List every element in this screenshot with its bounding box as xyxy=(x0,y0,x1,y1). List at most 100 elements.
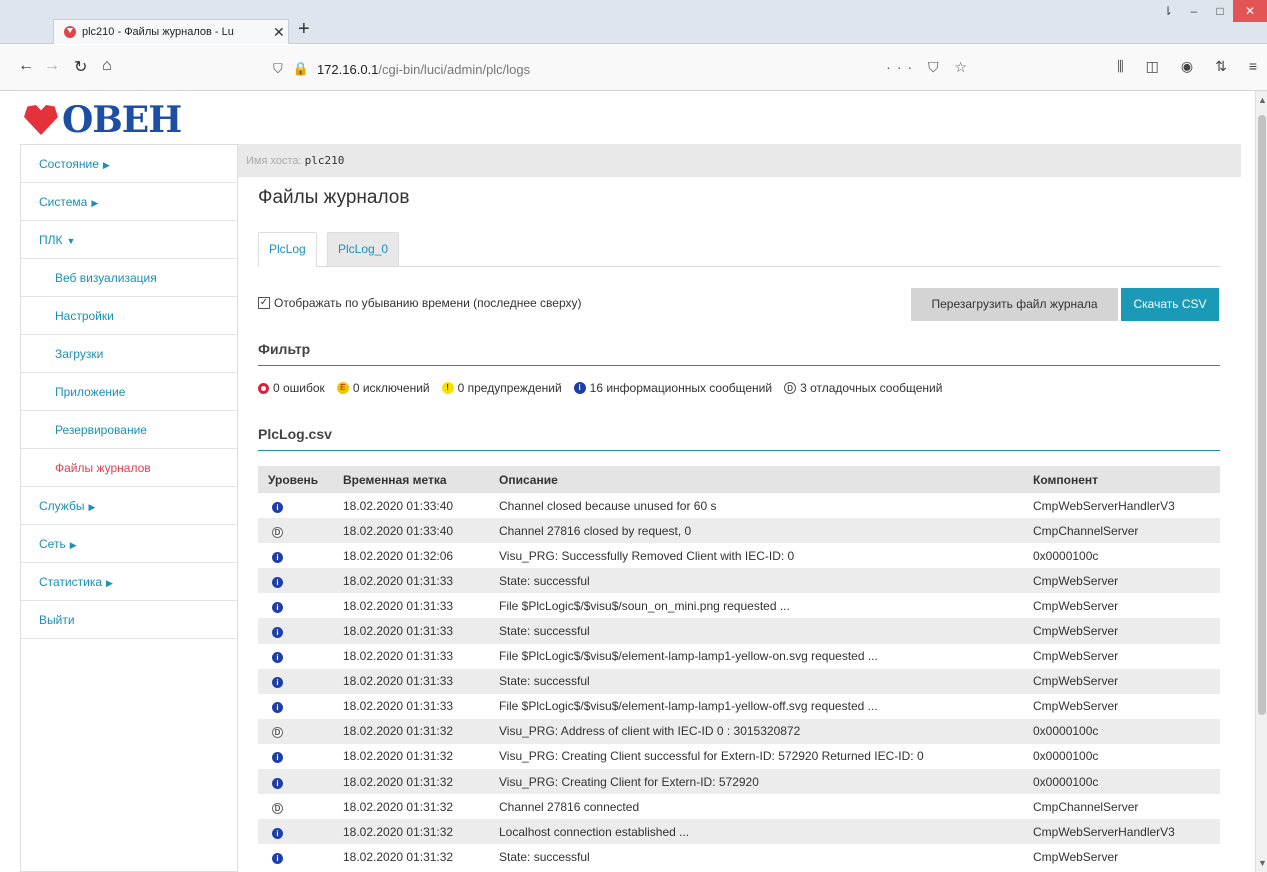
filter-exceptions[interactable]: E0 исключений xyxy=(336,381,430,395)
description-cell: Channel 27816 closed by request, 0 xyxy=(489,518,1023,544)
filter-exceptions-label: 0 исключений xyxy=(352,381,430,395)
component-cell: CmpWebServer xyxy=(1033,699,1119,714)
tab-plclog-0[interactable]: PlcLog_0 xyxy=(327,232,400,267)
pin-icon[interactable]: ⇂ xyxy=(1155,0,1181,22)
description-cell: Channel 27816 connected xyxy=(499,799,640,814)
oven-logo[interactable]: ОВЕН xyxy=(24,102,182,138)
sidebar-item-plc[interactable]: ПЛК ▼ xyxy=(21,221,237,259)
col-component-header[interactable]: Компонент xyxy=(1023,466,1220,493)
url-bar[interactable]: ⛉ 🔒 172.16.0.1 /cgi-bin/luci/admin/plc/l… xyxy=(273,55,973,83)
sidebar-item-label: ПЛК xyxy=(39,233,63,247)
favicon-icon xyxy=(64,26,76,38)
description-cell: State: successful xyxy=(489,568,1023,594)
caret-right-icon: ▶ xyxy=(88,502,96,512)
download-csv-button[interactable]: Скачать CSV xyxy=(1121,288,1219,321)
reload-log-button[interactable]: Перезагрузить файл журнала xyxy=(911,288,1118,321)
sidebar-item-logout[interactable]: Выйти xyxy=(21,601,237,639)
filter-errors[interactable]: 0 ошибок xyxy=(258,381,325,395)
col-time-header[interactable]: Временная метка xyxy=(333,466,489,493)
description-cell: File $PlcLogic$/$visu$/soun_on_mini.png … xyxy=(499,598,790,613)
sidebar-item-backup[interactable]: Резервирование xyxy=(21,411,237,449)
sidebar-item-label: Система xyxy=(39,195,88,209)
description-cell: Visu_PRG: Creating Client successful for… xyxy=(499,749,924,764)
sidebar-item-services[interactable]: Службы ▶ xyxy=(21,487,237,525)
info-icon: i xyxy=(272,627,283,639)
page-scrollbar[interactable]: ▲ ▼ xyxy=(1255,91,1267,872)
sidebar-item-network[interactable]: Сеть ▶ xyxy=(21,525,237,563)
level-cell: i xyxy=(258,568,333,594)
level-cell: i xyxy=(258,618,333,644)
log-table: Уровень Временная метка Описание Компоне… xyxy=(258,466,1220,869)
maximize-button[interactable]: □ xyxy=(1207,0,1233,22)
page-title: Файлы журналов xyxy=(258,187,410,208)
level-cell: D xyxy=(258,718,333,744)
close-tab-icon[interactable]: ✕ xyxy=(273,24,285,41)
shield-icon[interactable]: ⛉ xyxy=(273,61,283,77)
sort-desc-checkbox[interactable]: ✓ xyxy=(258,297,270,309)
description-cell: Localhost connection established ... xyxy=(489,819,1023,845)
table-row: i 18.02.2020 01:31:32 State: successful Cmp… xyxy=(258,844,1220,869)
filter-info-label: 16 информационных сообщений xyxy=(589,381,773,395)
debug-icon: D xyxy=(272,727,283,739)
reload-icon[interactable]: ↻ xyxy=(74,57,87,77)
col-description-header[interactable]: Описание xyxy=(489,466,1023,493)
info-icon: i xyxy=(272,601,283,613)
error-icon xyxy=(258,382,269,394)
level-cell: i xyxy=(258,844,333,869)
tab-plclog[interactable]: PlcLog xyxy=(258,232,317,267)
hostname-label: Имя хоста: xyxy=(246,155,302,167)
filter-debug[interactable]: D3 отладочных сообщений xyxy=(784,381,942,395)
info-icon: i xyxy=(272,677,283,689)
close-window-button[interactable]: ✕ xyxy=(1233,0,1267,22)
extension-icon[interactable]: ⇅ xyxy=(1215,58,1227,75)
back-icon[interactable]: ← xyxy=(18,57,34,75)
info-icon: i xyxy=(272,652,283,664)
url-path: /cgi-bin/luci/admin/plc/logs xyxy=(378,61,531,77)
sidebar-item-settings[interactable]: Настройки xyxy=(21,297,237,335)
sidebar-item-statistics[interactable]: Статистика ▶ xyxy=(21,563,237,601)
menu-icon[interactable]: ≡ xyxy=(1249,58,1257,75)
sidebar-item-system[interactable]: Система ▶ xyxy=(21,183,237,221)
browser-tab[interactable]: plc210 - Файлы журналов - Lu ✕ xyxy=(53,19,289,44)
forward-icon[interactable]: → xyxy=(44,57,60,75)
insecure-lock-icon[interactable]: 🔒 xyxy=(293,61,309,77)
sidebar-toggle-icon[interactable]: ◫ xyxy=(1146,58,1159,75)
timestamp-cell: 18.02.2020 01:31:33 xyxy=(333,668,489,694)
account-icon[interactable]: ◉ xyxy=(1181,58,1193,75)
sidebar-item-application[interactable]: Приложение xyxy=(21,373,237,411)
sidebar-item-web-visualization[interactable]: Веб визуализация xyxy=(21,259,237,297)
log-tabs: PlcLog PlcLog_0 xyxy=(258,232,1220,267)
sidebar-item-status[interactable]: Состояние ▶ xyxy=(21,145,237,183)
table-row: i 18.02.2020 01:31:32 Localhost connection… xyxy=(258,819,1220,845)
info-icon: i xyxy=(272,752,283,764)
exception-icon: E xyxy=(336,382,349,394)
new-tab-button[interactable]: + xyxy=(298,18,310,41)
minimize-button[interactable]: – xyxy=(1181,0,1207,22)
col-level-header[interactable]: Уровень xyxy=(258,466,333,493)
table-row: i 18.02.2020 01:31:33 File $PlcLogic$/$vis… xyxy=(258,593,1220,618)
page-actions-icon[interactable]: ··· ⛉ ☆ xyxy=(886,59,973,76)
table-row: i 18.02.2020 01:31:33 State: successful Cmp… xyxy=(258,568,1220,594)
caret-right-icon: ▶ xyxy=(102,160,110,170)
description-cell: Channel closed because unused for 60 s xyxy=(499,498,717,513)
home-icon[interactable]: ⌂ xyxy=(102,57,112,75)
table-row: i 18.02.2020 01:31:32 Visu_PRG: Creating C… xyxy=(258,769,1220,795)
level-cell: i xyxy=(258,694,333,719)
timestamp-cell: 18.02.2020 01:31:33 xyxy=(343,649,454,664)
sidebar-item-downloads[interactable]: Загрузки xyxy=(21,335,237,373)
level-cell: i xyxy=(258,769,333,795)
sort-desc-label[interactable]: Отображать по убыванию времени (последне… xyxy=(274,296,581,310)
library-icon[interactable]: ⫼ xyxy=(1117,58,1123,75)
level-cell: i xyxy=(258,644,333,669)
scroll-down-icon[interactable]: ▼ xyxy=(1258,858,1267,868)
scroll-up-icon[interactable]: ▲ xyxy=(1258,95,1267,105)
timestamp-cell: 18.02.2020 01:31:33 xyxy=(343,699,454,714)
filter-warnings[interactable]: ! 0 предупреждений xyxy=(441,381,562,395)
table-row: i 18.02.2020 01:31:33 State: successful Cmp… xyxy=(258,618,1220,644)
timestamp-cell: 18.02.2020 01:31:33 xyxy=(343,598,454,613)
filter-info[interactable]: i 16 информационных сообщений xyxy=(573,381,773,395)
debug-icon: D xyxy=(784,382,797,394)
csv-heading: PlcLog.csv xyxy=(258,426,1220,451)
sidebar-item-log-files[interactable]: Файлы журналов xyxy=(21,449,237,487)
scrollbar-thumb[interactable] xyxy=(1258,115,1266,715)
